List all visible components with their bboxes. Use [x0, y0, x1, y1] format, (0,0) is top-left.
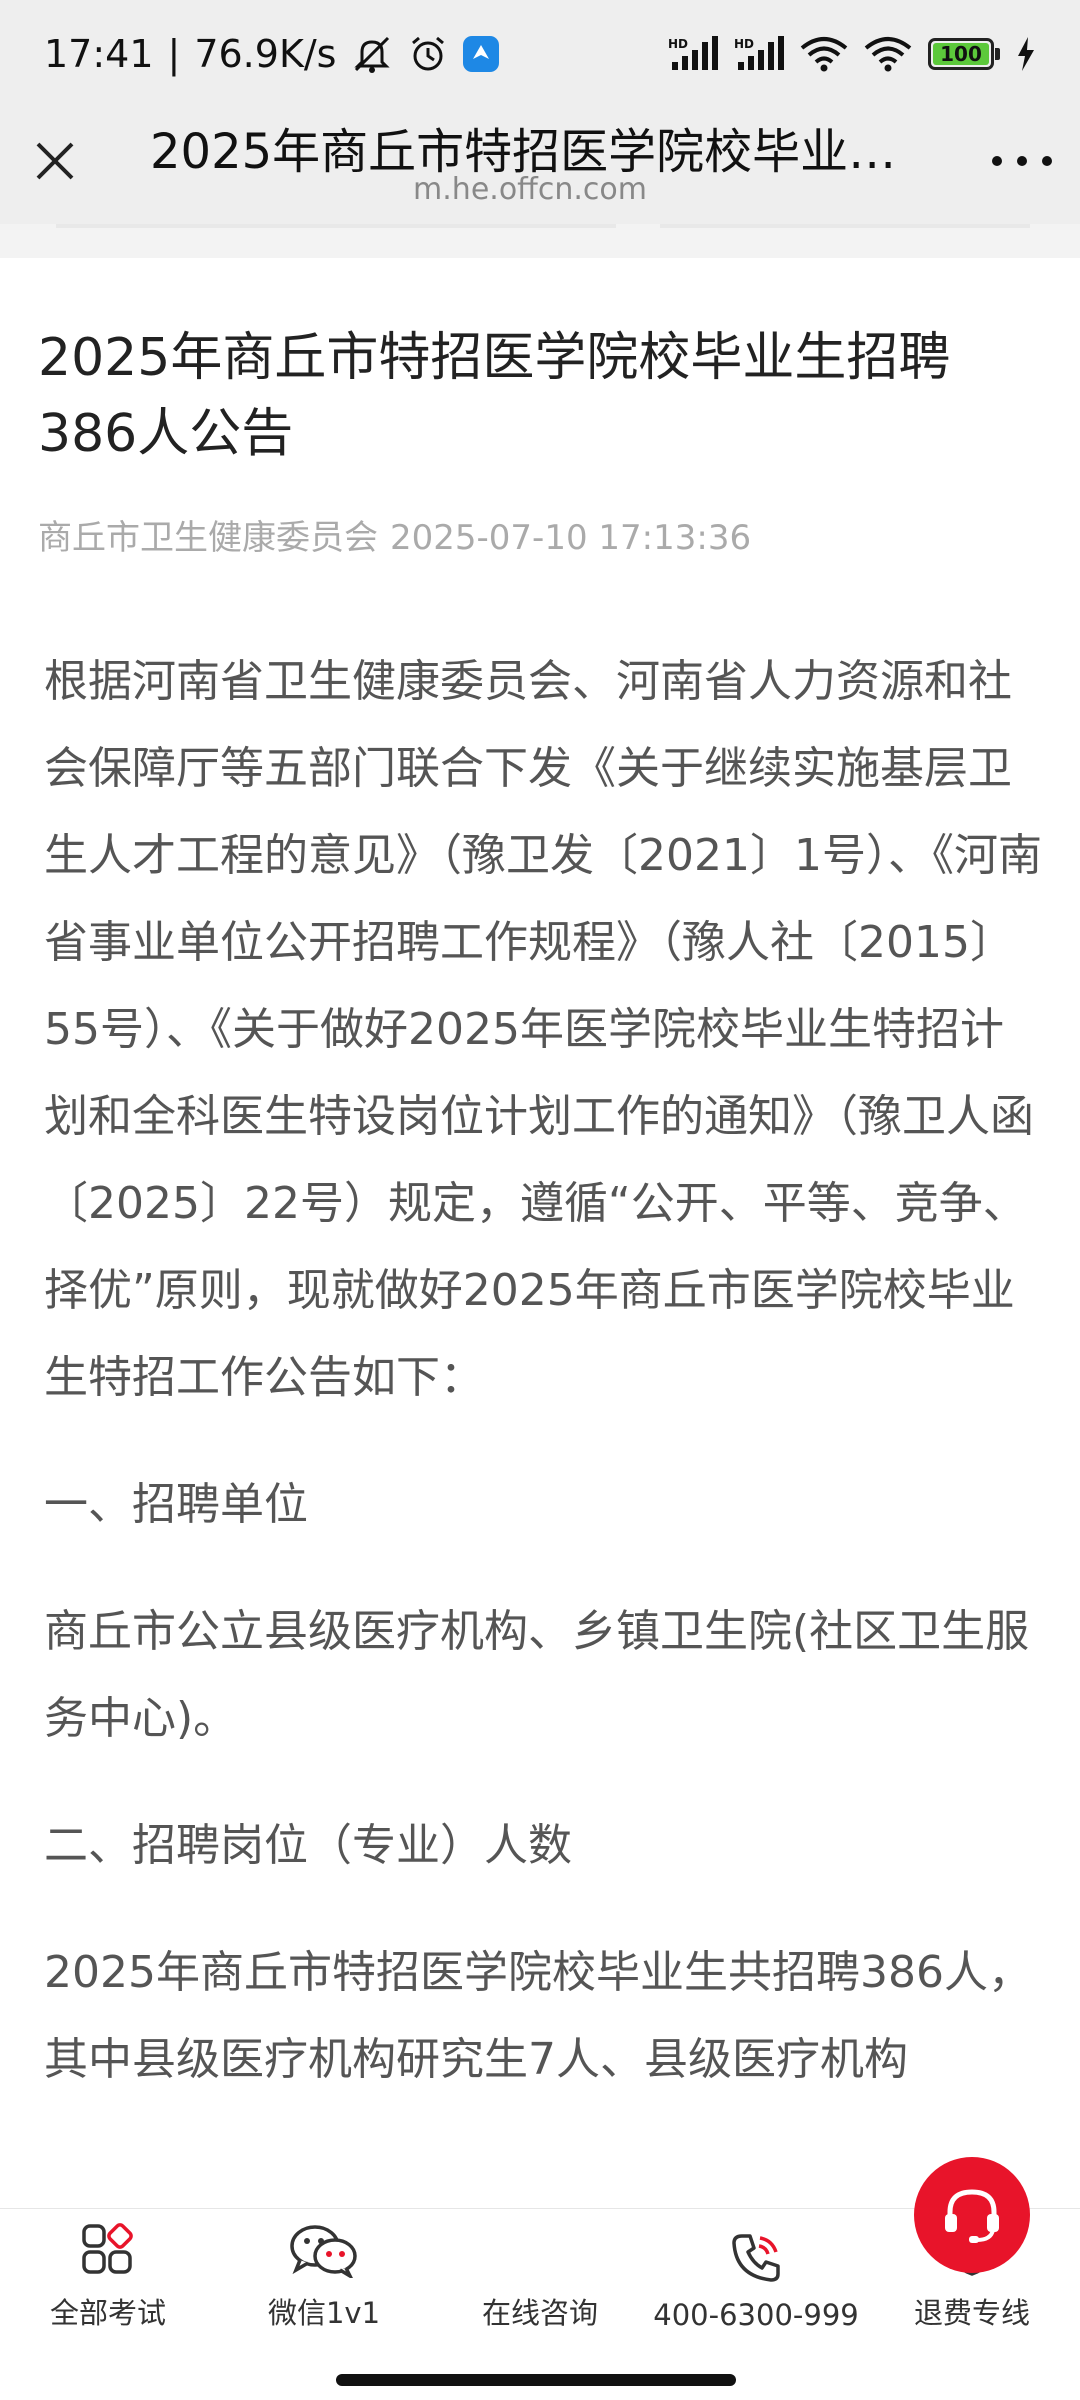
article-body: 根据河南省卫生健康委员会、河南省人力资源和社会保障厅等五部门联合下发《关于继续实… [44, 638, 1044, 2143]
close-button[interactable] [30, 136, 80, 186]
tab-wechat[interactable]: 微信1v1 [216, 2209, 432, 2356]
tab-label: 400-6300-999 [653, 2298, 859, 2332]
wifi-icon [800, 36, 848, 72]
alarm-icon [408, 34, 448, 74]
status-left: 17:41 | 76.9K/s [44, 32, 500, 76]
more-icon-dot [992, 156, 1002, 166]
article-paragraph: 商丘市公立县级医疗机构、乡镇卫生院(社区卫生服务中心)。 [44, 1606, 1030, 1744]
app-notification-icon [462, 35, 500, 73]
wechat-icon [290, 2225, 357, 2278]
section-heading: 一、招聘单位 [44, 1479, 308, 1530]
svg-text:HD: HD [668, 37, 688, 51]
tab-label: 全部考试 [49, 2296, 166, 2330]
page-url: m.he.offcn.com [413, 172, 647, 207]
article: 2025年商丘市特招医学院校毕业生招聘386人公告 商丘市卫生健康委员会 2025… [0, 258, 1080, 2208]
tab-label: 退费专线 [913, 2296, 1030, 2330]
more-button[interactable] [992, 146, 1052, 176]
more-icon-dot [1042, 156, 1052, 166]
article-paragraph: 根据河南省卫生健康委员会、河南省人力资源和社会保障厅等五部门联合下发《关于继续实… [44, 656, 1042, 1403]
battery-level: 100 [933, 42, 989, 66]
tab-hotline[interactable]: 400-6300-999 [648, 2209, 864, 2356]
tab-label: 微信1v1 [267, 2296, 381, 2330]
phone-icon [732, 2234, 780, 2282]
article-source: 商丘市卫生健康委员会 [38, 518, 378, 558]
mute-icon [350, 34, 394, 74]
article-datetime: 2025-07-10 17:13:36 [390, 518, 752, 558]
tab-online-consult[interactable]: 在线咨询 [432, 2157, 1030, 2356]
article-paragraph: 2025年商丘市特招医学院校毕业生共招聘386人，其中县级医疗机构研究生7人、县… [44, 1947, 1032, 2085]
status-time: 17:41 [44, 32, 154, 76]
battery-icon: 100 [928, 38, 1000, 70]
tab-all-exams[interactable]: 全部考试 [0, 2209, 216, 2356]
bottom-action-bar: 全部考试 微信1v1 在线咨询 400-6300-999 退费专线 [0, 2157, 1080, 2356]
tab-label: 在线咨询 [481, 2296, 598, 2330]
charging-icon [1016, 37, 1036, 71]
close-icon [36, 142, 74, 180]
status-right: HD HD 100 [668, 36, 1036, 72]
article-meta: 商丘市卫生健康委员会 2025-07-10 17:13:36 [38, 510, 751, 559]
status-bar: 17:41 | 76.9K/s HD HD 100 [0, 0, 1080, 108]
content-top-strip [0, 224, 1080, 258]
browser-nav-bar: 2025年商丘市特招医学院校毕业生... m.he.offcn.com [0, 108, 1080, 224]
wifi-icon [864, 36, 912, 72]
svg-text:HD: HD [734, 37, 754, 51]
consult-button[interactable] [914, 2157, 1030, 2273]
grid-icon [82, 2223, 133, 2274]
home-indicator[interactable] [336, 2374, 736, 2386]
signal-hd-icon: HD [734, 36, 784, 72]
status-separator: | [167, 32, 181, 76]
gesture-area [0, 2356, 1080, 2400]
section-heading: 二、招聘岗位（专业）人数 [44, 1820, 572, 1871]
signal-hd-icon: HD [668, 36, 718, 72]
article-title: 2025年商丘市特招医学院校毕业生招聘386人公告 [38, 328, 951, 464]
more-icon-dot [1017, 156, 1027, 166]
status-net-speed: 76.9K/s [194, 32, 337, 76]
headset-icon [945, 2189, 999, 2243]
